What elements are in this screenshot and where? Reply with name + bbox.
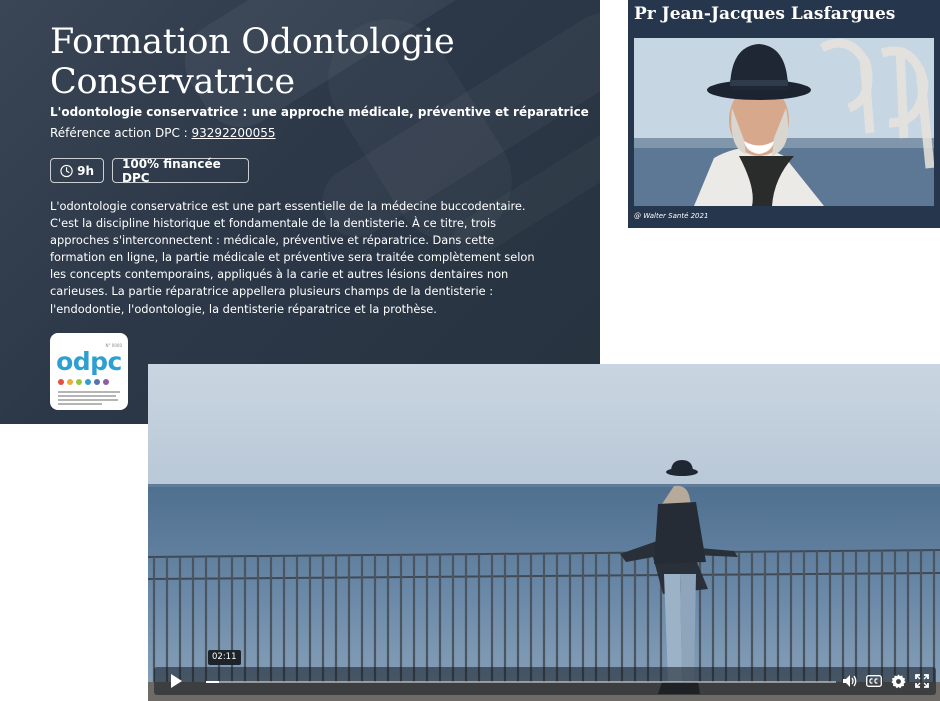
duration-value: 9h: [77, 163, 94, 178]
odpc-logo-dots: [58, 379, 109, 385]
funding-badge: 100% financée DPC: [112, 156, 249, 185]
instructor-photo: [634, 38, 934, 206]
volume-button[interactable]: [840, 671, 860, 691]
progress-bar[interactable]: [206, 681, 836, 683]
instructor-portrait: [634, 38, 934, 206]
fullscreen-icon: [915, 674, 929, 688]
play-icon: [171, 674, 182, 688]
odpc-logo: N° 0000 odpc: [50, 333, 128, 410]
funding-label: 100% financée DPC: [122, 156, 221, 185]
progress-fill: [206, 681, 219, 683]
video-player[interactable]: 02:11: [148, 364, 940, 701]
logo-dot: [76, 379, 82, 385]
current-time-tooltip: 02:11: [208, 650, 241, 665]
play-button[interactable]: [154, 667, 198, 695]
logo-dot: [103, 379, 109, 385]
volume-icon: [843, 675, 857, 687]
clock-icon: [60, 164, 73, 177]
instructor-name: Pr Jean-Jacques Lasfargues: [634, 4, 896, 24]
instructor-card: Pr Jean-Jacques Lasfargues @ Walter Sant…: [628, 0, 940, 228]
settings-button[interactable]: [888, 671, 908, 691]
video-controls-bar: 02:11: [154, 650, 936, 695]
odpc-logo-text: odpc: [56, 347, 122, 376]
logo-dot: [94, 379, 100, 385]
dpc-reference-link[interactable]: 93292200055: [192, 126, 276, 140]
photo-credit: @ Walter Santé 2021: [634, 212, 709, 220]
course-card: Formation Odontologie Conservatrice L'od…: [0, 0, 600, 424]
duration-badge: 9h: [50, 158, 104, 183]
logo-dot: [58, 379, 64, 385]
dpc-reference-label: Référence action DPC :: [50, 126, 192, 140]
video-frame[interactable]: [148, 364, 940, 701]
gear-icon: [890, 673, 906, 688]
dpc-reference: Référence action DPC : 93292200055: [50, 126, 276, 140]
course-title: Formation Odontologie Conservatrice: [50, 22, 455, 102]
logo-dot: [67, 379, 73, 385]
logo-dot: [85, 379, 91, 385]
course-subtitle: L'odontologie conservatrice : une approc…: [50, 105, 589, 119]
closed-captions-icon: [866, 675, 882, 687]
fullscreen-button[interactable]: [912, 671, 932, 691]
course-description: L'odontologie conservatrice est une part…: [50, 199, 535, 316]
captions-button[interactable]: [864, 671, 884, 691]
odpc-logo-fineprint: [58, 391, 120, 407]
